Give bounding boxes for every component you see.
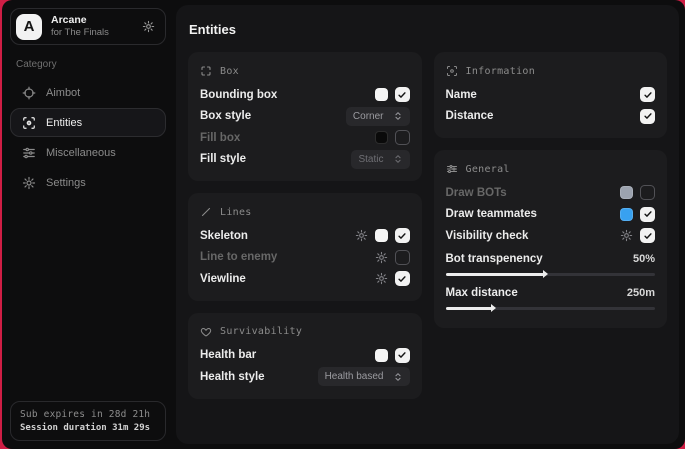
chevrons-up-down-icon [393,111,403,121]
bot-transparency-slider[interactable] [446,273,656,276]
subscription-card: Sub expires in 28d 21h Session duration … [10,401,166,441]
setting-row-name: Name [446,84,656,106]
color-swatch[interactable] [375,88,388,101]
bot-transparency-value: 50% [633,253,655,265]
heart-pulse-icon [200,326,212,338]
subscription-expiry: Sub expires in 28d 21h [20,409,156,420]
box-style-dropdown[interactable]: Corner [346,107,410,126]
app-logo: A [16,14,42,40]
setting-row-health-bar: Health bar [200,345,410,367]
max-distance-label-row: Max distance 250m [446,283,656,303]
survivability-card-header: Survivability [200,322,410,342]
page-title: Entities [189,22,667,37]
setting-row-skeleton: Skeleton [200,225,410,247]
lines-card: Lines Skeleton [188,193,422,301]
health-bar-checkbox[interactable] [395,348,410,363]
app-titles: Arcane for The Finals [51,14,109,39]
setting-row-visibility-check: Visibility check [446,225,656,247]
bounding-box-icon [200,65,212,77]
skeleton-checkbox[interactable] [395,228,410,243]
box-card: Box Bounding box Box style [188,52,422,181]
line-to-enemy-settings-gear-icon[interactable] [375,251,388,264]
sidebar-item-label: Miscellaneous [46,147,116,159]
visibility-check-checkbox[interactable] [640,228,655,243]
information-card-header: Information [446,61,656,81]
sliders-icon [22,146,36,160]
session-duration: Session duration 31m 29s [20,423,156,433]
scan-info-icon [446,65,458,77]
app-window: A Arcane for The Finals Category Aimbot [2,0,685,449]
sidebar-item-label: Settings [46,177,86,189]
skeleton-settings-gear-icon[interactable] [355,229,368,242]
setting-row-draw-bots: Draw BOTs [446,182,656,204]
setting-row-distance: Distance [446,106,656,128]
setting-row-box-style: Box style Corner [200,106,410,128]
name-checkbox[interactable] [640,87,655,102]
sliders-horizontal-icon [446,163,458,175]
fill-box-checkbox[interactable] [395,130,410,145]
setting-row-viewline: Viewline [200,268,410,290]
scan-eye-icon [22,116,36,130]
setting-row-bounding-box: Bounding box [200,84,410,106]
card-title: Survivability [220,326,302,337]
line-icon [200,206,212,218]
sidebar-item-entities[interactable]: Entities [10,108,166,137]
viewline-settings-gear-icon[interactable] [375,272,388,285]
line-to-enemy-checkbox[interactable] [395,250,410,265]
bot-transparency-label-row: Bot transpenency 50% [446,249,656,269]
survivability-card: Survivability Health bar Health style [188,313,422,399]
sidebar-item-aimbot[interactable]: Aimbot [10,78,166,107]
draw-teammates-checkbox[interactable] [640,207,655,222]
chevrons-up-down-icon [393,372,403,382]
color-swatch[interactable] [620,208,633,221]
slider-fill[interactable] [446,307,492,310]
draw-bots-checkbox[interactable] [640,185,655,200]
sidebar: A Arcane for The Finals Category Aimbot [2,0,174,449]
visibility-check-settings-gear-icon[interactable] [620,229,633,242]
color-swatch[interactable] [375,131,388,144]
health-style-dropdown[interactable]: Health based [318,367,410,386]
lines-card-header: Lines [200,202,410,222]
setting-row-fill-box: Fill box [200,127,410,149]
fill-style-dropdown[interactable]: Static [351,150,409,169]
max-distance-slider[interactable] [446,307,656,310]
color-swatch[interactable] [375,229,388,242]
brand-gear-icon[interactable] [142,20,155,33]
setting-row-fill-style: Fill style Static [200,149,410,171]
sidebar-item-label: Entities [46,117,82,129]
setting-row-draw-teammates: Draw teammates [446,204,656,226]
sidebar-item-settings[interactable]: Settings [10,168,166,197]
max-distance-value: 250m [627,287,655,299]
color-swatch[interactable] [375,349,388,362]
sidebar-item-label: Aimbot [46,87,80,99]
sidebar-category-label: Category [16,59,160,70]
viewline-checkbox[interactable] [395,271,410,286]
crosshair-icon [22,86,36,100]
distance-checkbox[interactable] [640,109,655,124]
box-card-header: Box [200,61,410,81]
setting-row-line-to-enemy: Line to enemy [200,247,410,269]
chevrons-up-down-icon [393,154,403,164]
app-name: Arcane [51,14,109,27]
main-content: Entities Box Bounding box [176,5,679,444]
card-title: Lines [220,207,252,218]
general-card: General Draw BOTs Draw teammates [434,150,668,328]
app-subtitle: for The Finals [51,27,109,39]
sidebar-item-miscellaneous[interactable]: Miscellaneous [10,138,166,167]
general-card-header: General [446,159,656,179]
bounding-box-checkbox[interactable] [395,87,410,102]
color-swatch[interactable] [620,186,633,199]
gear-icon [22,176,36,190]
card-title: Information [466,66,536,77]
card-title: Box [220,66,239,77]
slider-fill[interactable] [446,273,544,276]
information-card: Information Name Distance [434,52,668,138]
card-title: General [466,164,510,175]
app-brand-card: A Arcane for The Finals [10,8,166,45]
setting-row-health-style: Health style Health based [200,366,410,388]
